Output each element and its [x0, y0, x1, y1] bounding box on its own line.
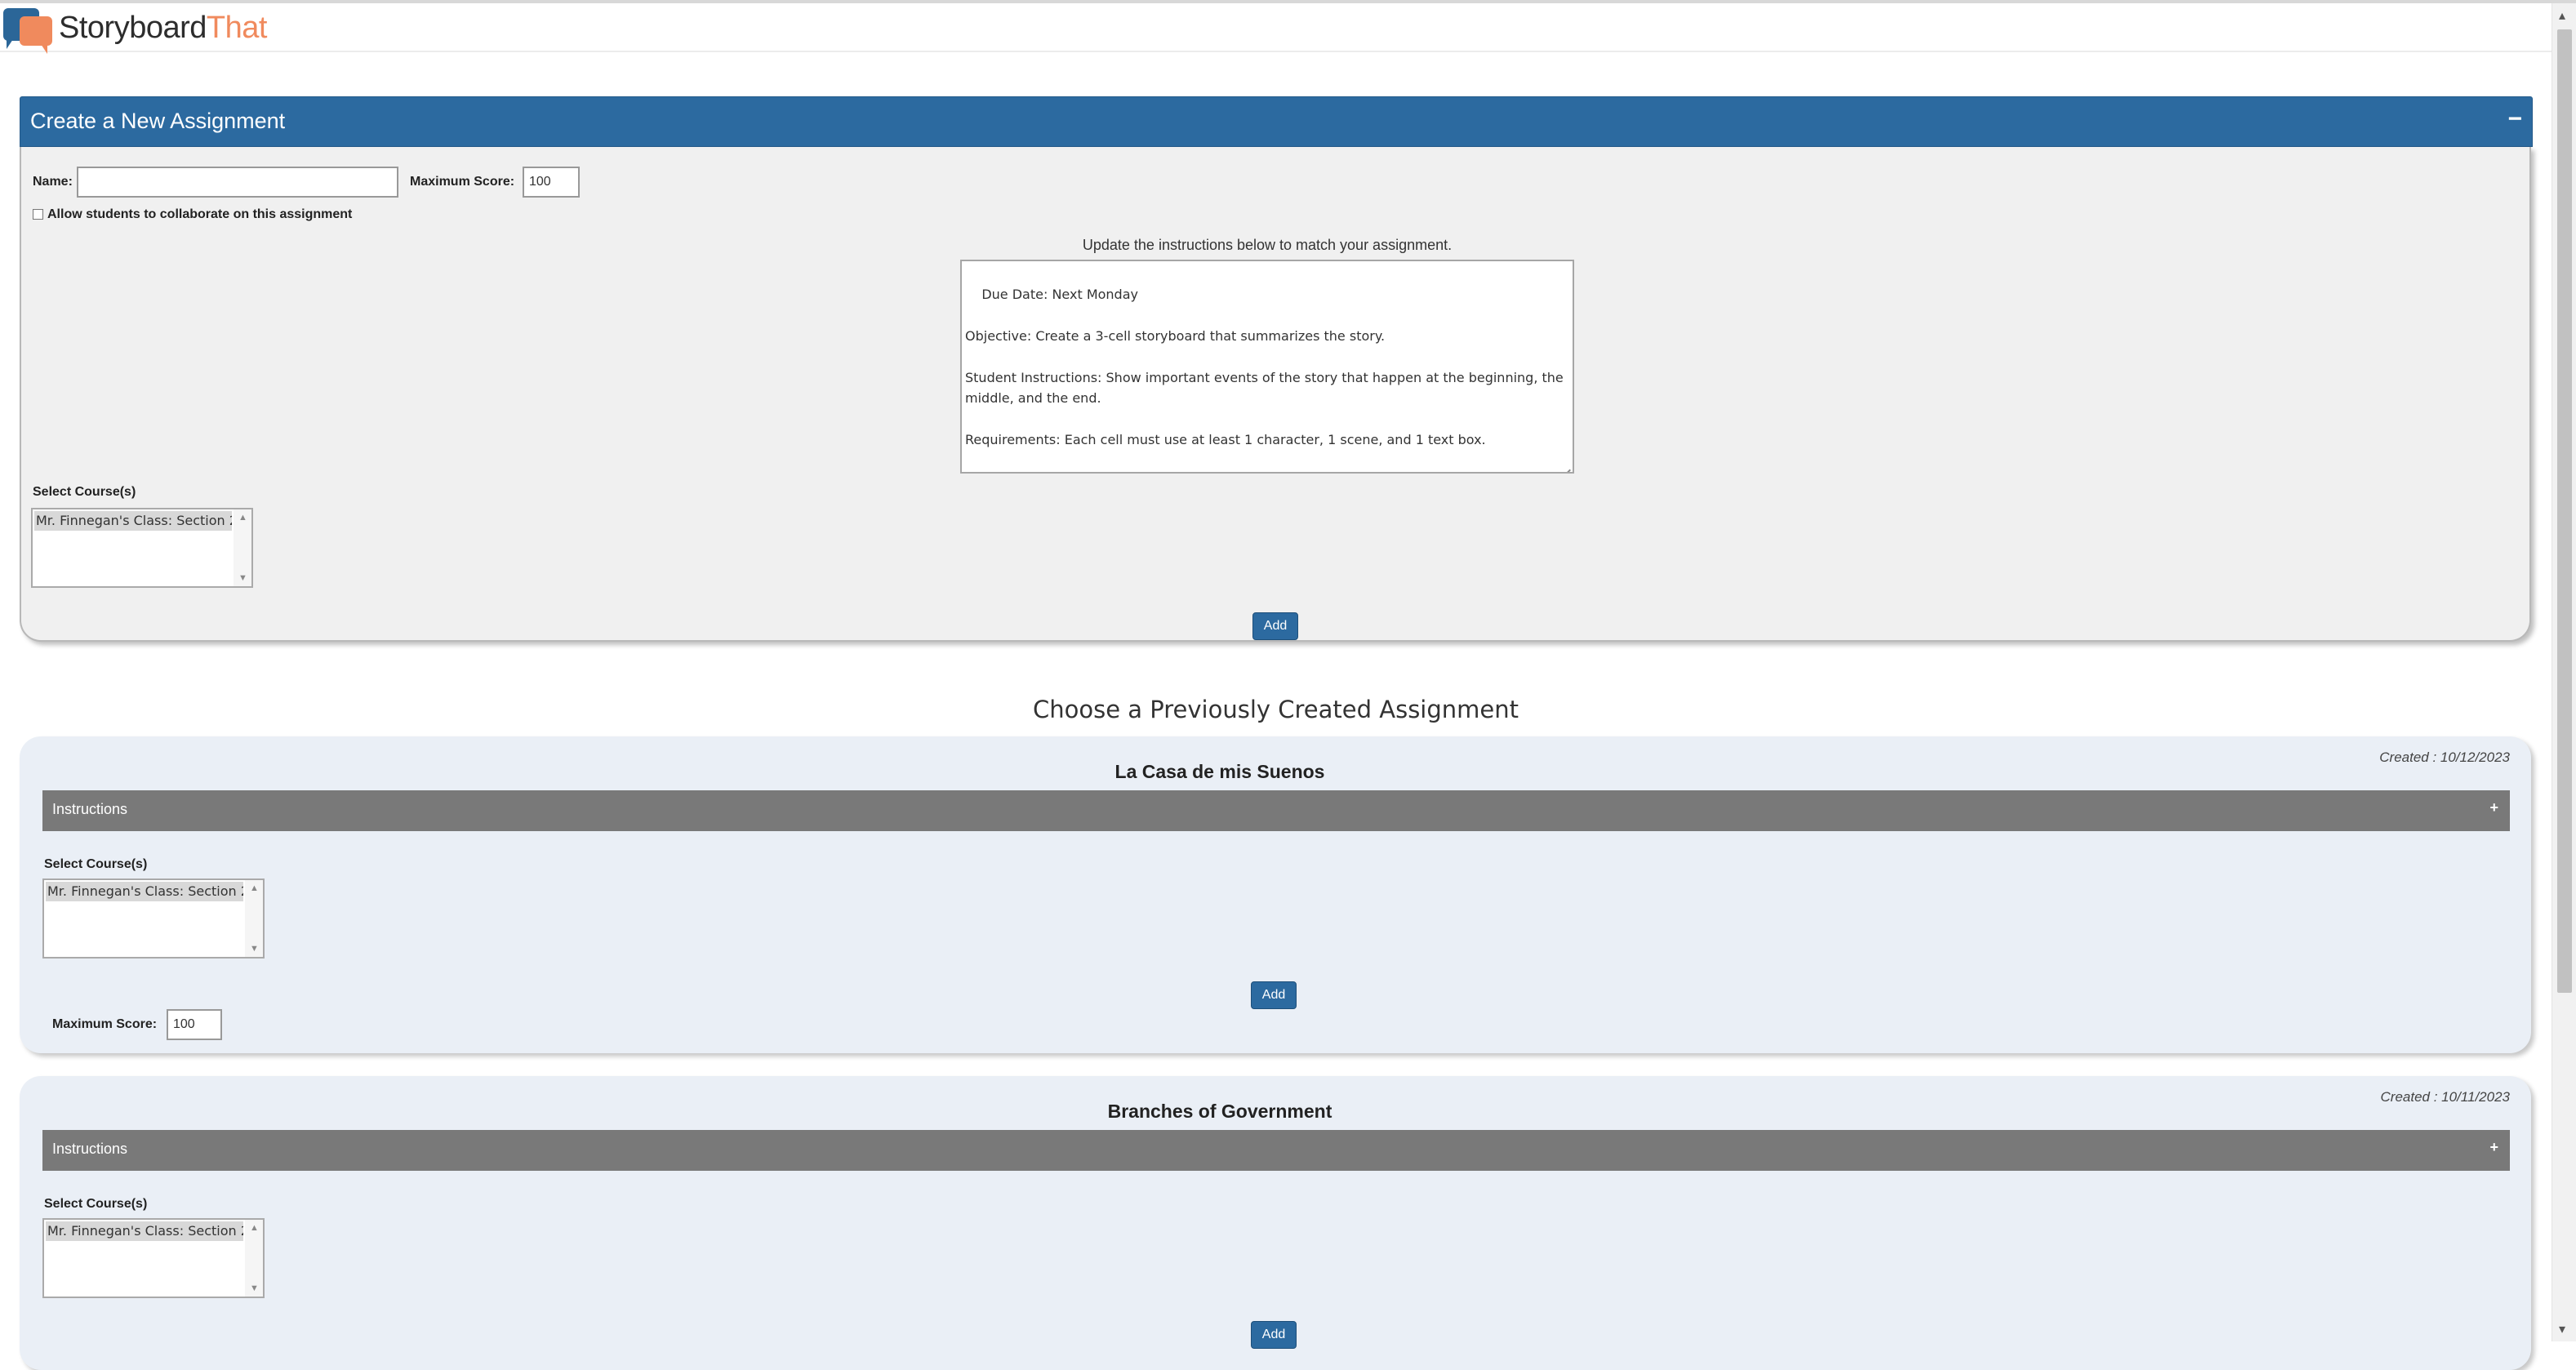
scroll-up-icon[interactable]: ▲ [250, 883, 259, 893]
brand-name[interactable]: StoryboardThat [59, 8, 267, 47]
create-assignment-title: Create a New Assignment [30, 109, 286, 133]
assignment-card: Created : 10/11/2023 Branches of Governm… [20, 1076, 2531, 1370]
course-listbox[interactable]: Mr. Finnegan's Class: Section 2 ▲ ▼ [31, 508, 253, 588]
assignment-name-input[interactable] [77, 167, 398, 198]
collapse-icon[interactable]: − [2507, 105, 2522, 133]
add-button[interactable]: Add [1251, 1321, 1297, 1349]
scroll-down-icon[interactable]: ▼ [250, 944, 259, 954]
course-option[interactable]: Mr. Finnegan's Class: Section 2 [46, 882, 243, 901]
max-score-label: Maximum Score: [410, 175, 515, 189]
scrollbar-thumb[interactable] [2557, 29, 2572, 993]
brand-part-2: That [206, 11, 268, 45]
course-listbox[interactable]: Mr. Finnegan's Class: Section 2 ▲ ▼ [42, 1218, 265, 1298]
instructions-toggle-label: Instructions [52, 1141, 128, 1157]
scroll-down-icon[interactable]: ▾ [2559, 1322, 2565, 1338]
instructions-text: Due Date: Next Monday Objective: Create … [965, 286, 1564, 448]
storyboardthat-logo-icon[interactable] [3, 8, 54, 54]
max-score-label: Maximum Score: [52, 1017, 158, 1031]
create-assignment-header: Create a New Assignment − [20, 96, 2533, 147]
assignment-title: La Casa de mis Suenos [1114, 761, 1325, 782]
add-button[interactable]: Add [1252, 612, 1298, 640]
assignment-card: Created : 10/12/2023 La Casa de mis Suen… [20, 736, 2531, 1053]
instructions-textarea[interactable]: Due Date: Next Monday Objective: Create … [960, 260, 1574, 474]
collaborate-checkbox[interactable] [33, 209, 43, 220]
previous-assignments-heading: Choose a Previously Created Assignment [1033, 696, 1519, 723]
expand-icon[interactable]: + [2489, 1139, 2498, 1156]
add-button[interactable]: Add [1251, 981, 1297, 1009]
scroll-up-icon[interactable]: ▲ [238, 513, 247, 523]
site-header: StoryboardThat [0, 3, 2552, 54]
max-score-input[interactable] [167, 1009, 222, 1040]
select-courses-label: Select Course(s) [44, 1197, 148, 1211]
select-courses-label: Select Course(s) [33, 485, 136, 499]
create-assignment-form: Name: Maximum Score: Allow students to c… [20, 147, 2531, 642]
max-score-input[interactable] [523, 167, 580, 198]
listbox-scrollbar[interactable]: ▲ ▼ [245, 1220, 263, 1297]
page-scrollbar[interactable]: ▴ ▾ [2552, 3, 2576, 1341]
instructions-hint: Update the instructions below to match y… [1082, 237, 1453, 253]
resize-handle-icon[interactable] [1561, 460, 1571, 470]
listbox-scrollbar[interactable]: ▲ ▼ [245, 880, 263, 957]
listbox-scrollbar[interactable]: ▲ ▼ [234, 509, 251, 586]
assignment-title: Branches of Government [1107, 1101, 1332, 1122]
scroll-down-icon[interactable]: ▼ [238, 573, 247, 583]
scroll-up-icon[interactable]: ▴ [2559, 8, 2565, 24]
instructions-toggle[interactable]: Instructions + [42, 790, 2510, 831]
course-option[interactable]: Mr. Finnegan's Class: Section 2 [46, 1221, 243, 1241]
instructions-toggle-label: Instructions [52, 801, 128, 817]
scroll-up-icon[interactable]: ▲ [250, 1223, 259, 1233]
course-listbox[interactable]: Mr. Finnegan's Class: Section 2 ▲ ▼ [42, 878, 265, 959]
collaborate-label: Allow students to collaborate on this as… [47, 207, 353, 221]
select-courses-label: Select Course(s) [44, 857, 148, 871]
course-option[interactable]: Mr. Finnegan's Class: Section 2 [34, 511, 232, 531]
brand-part-1: Storyboard [59, 11, 207, 45]
scroll-down-icon[interactable]: ▼ [250, 1283, 259, 1293]
name-label: Name: [33, 175, 73, 189]
instructions-toggle[interactable]: Instructions + [42, 1130, 2510, 1171]
expand-icon[interactable]: + [2489, 799, 2498, 816]
